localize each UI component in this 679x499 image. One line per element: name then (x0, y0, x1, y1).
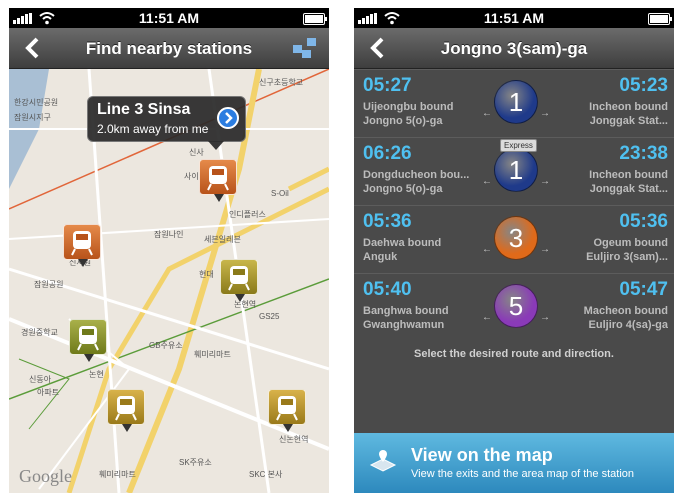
status-bar: 11:51 AM (9, 8, 329, 28)
station-pin[interactable] (107, 389, 145, 432)
left-arrow-icon: ← (482, 176, 492, 187)
left-time[interactable]: 05:36 (363, 211, 412, 233)
map-label: 잠원시지구 (14, 113, 51, 122)
left-arrow-icon: ← (482, 312, 492, 323)
right-arrow-icon: → (540, 108, 550, 119)
page-title: Jongno 3(sam)-ga (440, 39, 588, 58)
station-pin[interactable] (268, 389, 306, 432)
map-label: GB주유소 (149, 341, 183, 350)
callout-title: Line 3 Sinsa (97, 101, 191, 118)
left-next-station: Anguk (363, 251, 398, 263)
nav-bar: Jongno 3(sam)-ga (354, 28, 674, 69)
map-label: 훼미리마트 (99, 470, 136, 479)
right-direction: Incheon bound (589, 169, 668, 181)
route-row[interactable]: 06:26 23:38 Dongducheon bou... Jongno 5(o)-… (354, 137, 674, 206)
nearby-stations-screen: 11:51 AM Find nearby stations 신구초등학교 잠원시 (9, 8, 329, 493)
left-direction: Banghwa bound (363, 305, 449, 317)
map-label: 신사 (189, 148, 204, 157)
map-label: 논현 (89, 370, 104, 379)
station-pin[interactable] (69, 319, 107, 362)
hint-text: Select the desired route and direction. (414, 348, 614, 360)
disclosure-button[interactable] (217, 107, 239, 129)
google-logo: Google (19, 466, 72, 486)
line-badge: 5 (494, 284, 538, 328)
status-bar: 11:51 AM (354, 8, 674, 28)
route-row[interactable]: 05:27 05:23 Uijeongbu bound Jongno 5(o)-ga I… (354, 69, 674, 138)
map-label: 신구초등학교 (259, 78, 304, 87)
right-time[interactable]: 05:23 (619, 75, 668, 97)
right-arrow-icon: → (540, 176, 550, 187)
left-next-station: Jongno 5(o)-ga (363, 115, 443, 127)
left-next-station: Jongno 5(o)-ga (363, 183, 443, 195)
map-label: 경원중학교 (21, 328, 58, 337)
page-title: Find nearby stations (85, 39, 253, 58)
right-time[interactable]: 05:36 (619, 211, 668, 233)
map-view[interactable]: 신구초등학교 잠원시지구 한강시민공원 신사 사이드호텔 S-Oil 인디플러스… (9, 69, 329, 493)
right-next-station: Euljiro 3(sam)... (586, 251, 668, 263)
view-map-title: View on the map (411, 445, 553, 465)
map-label: 신동아 (29, 375, 52, 384)
map-icon (369, 450, 397, 472)
left-time[interactable]: 06:26 (363, 143, 412, 165)
nav-bar: Find nearby stations (9, 28, 329, 69)
right-direction: Incheon bound (589, 101, 668, 113)
left-direction: Dongducheon bou... (363, 169, 470, 181)
right-time[interactable]: 23:38 (619, 143, 668, 165)
map-label: 현대 (199, 270, 214, 279)
map-label: S-Oil (271, 189, 289, 198)
station-detail-screen: 11:51 AM Jongno 3(sam)-ga 05:27 05:23 Uije… (354, 8, 674, 493)
left-arrow-icon: ← (482, 244, 492, 255)
map-label: SK주유소 (179, 458, 212, 467)
route-row[interactable]: 05:40 05:47 Banghwa bound Gwanghwamun Macheo… (354, 273, 674, 342)
map-label: 잠원나인 (154, 230, 184, 239)
status-time: 11:51 AM (138, 10, 200, 26)
right-time[interactable]: 05:47 (619, 279, 668, 301)
express-badge: Express (500, 139, 537, 152)
map-label: 잠원공원 (34, 280, 64, 289)
station-pin[interactable] (220, 259, 258, 302)
route-row[interactable]: 05:36 05:36 Daehwa bound Anguk Ogeum bound Eu… (354, 205, 674, 274)
map-label: GS25 (259, 312, 280, 321)
map-label: 한강시민공원 (14, 98, 59, 107)
route-list: 05:27 05:23 Uijeongbu bound Jongno 5(o)-ga I… (354, 69, 674, 342)
callout-subtitle: 2.0km away from me (97, 122, 209, 136)
view-map-subtitle: View the exits and the area map of the s… (411, 468, 634, 480)
status-time: 11:51 AM (483, 10, 545, 26)
station-pin[interactable] (63, 224, 101, 267)
map-label: SKC 본사 (249, 470, 283, 479)
station-pin[interactable] (199, 159, 237, 202)
map-label: 세븐일레븐 (204, 235, 241, 244)
left-arrow-icon: ← (482, 108, 492, 119)
view-map-button[interactable]: View on the map View the exits and the a… (354, 433, 674, 493)
left-direction: Daehwa bound (363, 237, 442, 249)
map-label: 인디플러스 (229, 210, 266, 219)
station-callout[interactable]: Line 3 Sinsa 2.0km away from me (87, 96, 246, 150)
right-arrow-icon: → (540, 312, 550, 323)
station-pins-icon[interactable] (291, 35, 319, 63)
left-direction: Uijeongbu bound (363, 101, 454, 113)
line-badge: 1 (494, 148, 538, 192)
battery-icon (648, 13, 672, 25)
line-badge: 3 (494, 216, 538, 260)
left-time[interactable]: 05:27 (363, 75, 412, 97)
right-next-station: Euljiro 4(sa)-ga (588, 319, 668, 331)
right-arrow-icon: → (540, 244, 550, 255)
right-direction: Macheon bound (583, 305, 668, 317)
line-badge: 1 (494, 80, 538, 124)
left-next-station: Gwanghwamun (363, 319, 445, 331)
right-next-station: Jonggak Stat... (589, 183, 668, 195)
right-next-station: Jonggak Stat... (589, 115, 668, 127)
map-label: 신논현역 (279, 435, 309, 444)
right-direction: Ogeum bound (593, 237, 668, 249)
map-label: 아파트 (37, 388, 60, 397)
map-label: 훼미리마트 (194, 350, 231, 359)
battery-icon (303, 13, 327, 25)
left-time[interactable]: 05:40 (363, 279, 412, 301)
